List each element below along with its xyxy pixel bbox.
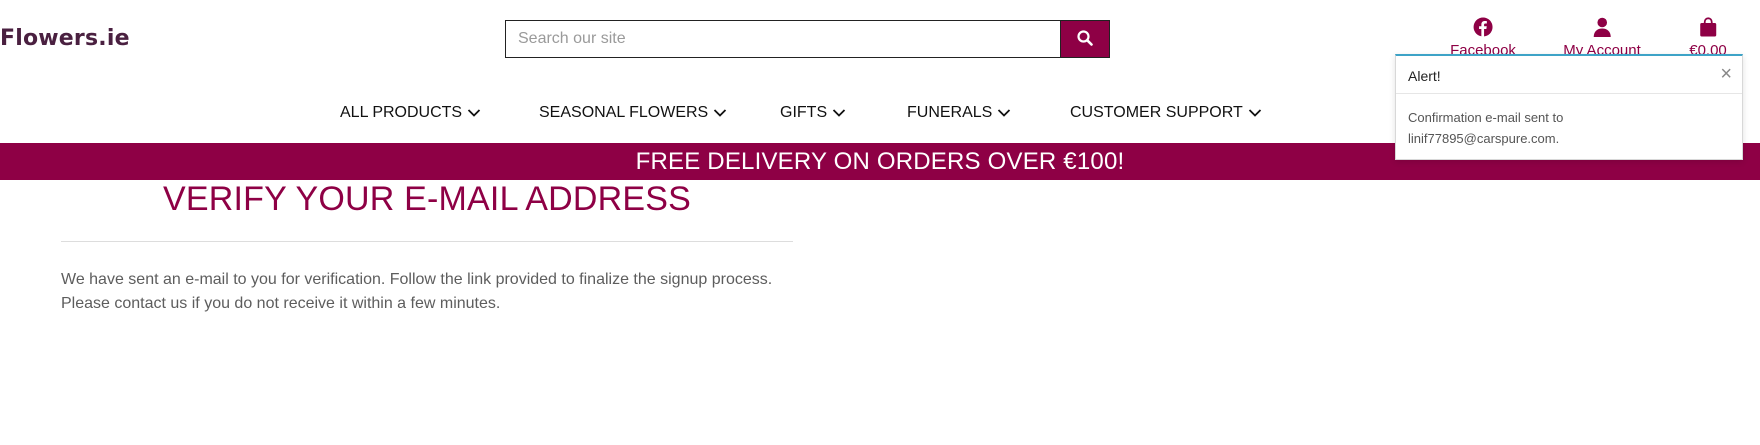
nav-all-products[interactable]: ALL PRODUCTS [340, 104, 481, 122]
chevron-down-icon [832, 108, 846, 118]
shopping-bag-link[interactable]: €0.00 [1689, 16, 1727, 59]
user-icon [1592, 16, 1612, 38]
search-bar [505, 20, 1110, 58]
toast-message-line: Confirmation e-mail sent to [1408, 110, 1564, 125]
divider [61, 241, 793, 242]
nav-seasonal-flowers[interactable]: SEASONAL FLOWERS [539, 104, 727, 122]
alert-toast: Alert! × Confirmation e-mail sent to lin… [1395, 54, 1743, 160]
chevron-down-icon [713, 108, 727, 118]
nav-label: CUSTOMER SUPPORT [1070, 104, 1243, 121]
facebook-link[interactable]: Facebook [1450, 16, 1516, 59]
nav-label: GIFTS [780, 104, 828, 121]
facebook-icon [1473, 16, 1493, 38]
message-line: We have sent an e-mail to you for verifi… [61, 271, 773, 288]
site-logo[interactable]: Flowers.ie [0, 26, 130, 51]
nav-customer-support[interactable]: CUSTOMER SUPPORT [1070, 104, 1262, 122]
message-line: Please contact us if you do not receive … [61, 295, 501, 312]
toast-title: Alert! [1408, 68, 1441, 84]
shopping-bag-icon [1699, 16, 1717, 38]
search-input[interactable] [505, 20, 1060, 58]
chevron-down-icon [997, 108, 1011, 118]
toast-header: Alert! × [1396, 56, 1742, 94]
nav-gifts[interactable]: GIFTS [780, 104, 846, 122]
banner-text: FREE DELIVERY ON ORDERS OVER €100! [635, 147, 1125, 175]
nav-funerals[interactable]: FUNERALS [907, 104, 1011, 122]
my-account-link[interactable]: My Account [1563, 16, 1641, 59]
close-icon[interactable]: × [1720, 62, 1732, 86]
search-icon [1077, 29, 1093, 49]
toast-body: Confirmation e-mail sent to linif77895@c… [1396, 94, 1742, 149]
toast-message-line: linif77895@carspure.com. [1408, 131, 1560, 146]
nav-label: FUNERALS [907, 104, 993, 121]
page: Flowers.ie Facebook [0, 0, 1760, 445]
page-title: VERIFY YOUR E-MAIL ADDRESS [163, 180, 691, 218]
chevron-down-icon [1248, 108, 1262, 118]
verification-message: We have sent an e-mail to you for verifi… [61, 268, 821, 316]
search-button[interactable] [1060, 20, 1110, 58]
nav-label: SEASONAL FLOWERS [539, 104, 709, 121]
chevron-down-icon [467, 108, 481, 118]
nav-label: ALL PRODUCTS [340, 104, 463, 121]
